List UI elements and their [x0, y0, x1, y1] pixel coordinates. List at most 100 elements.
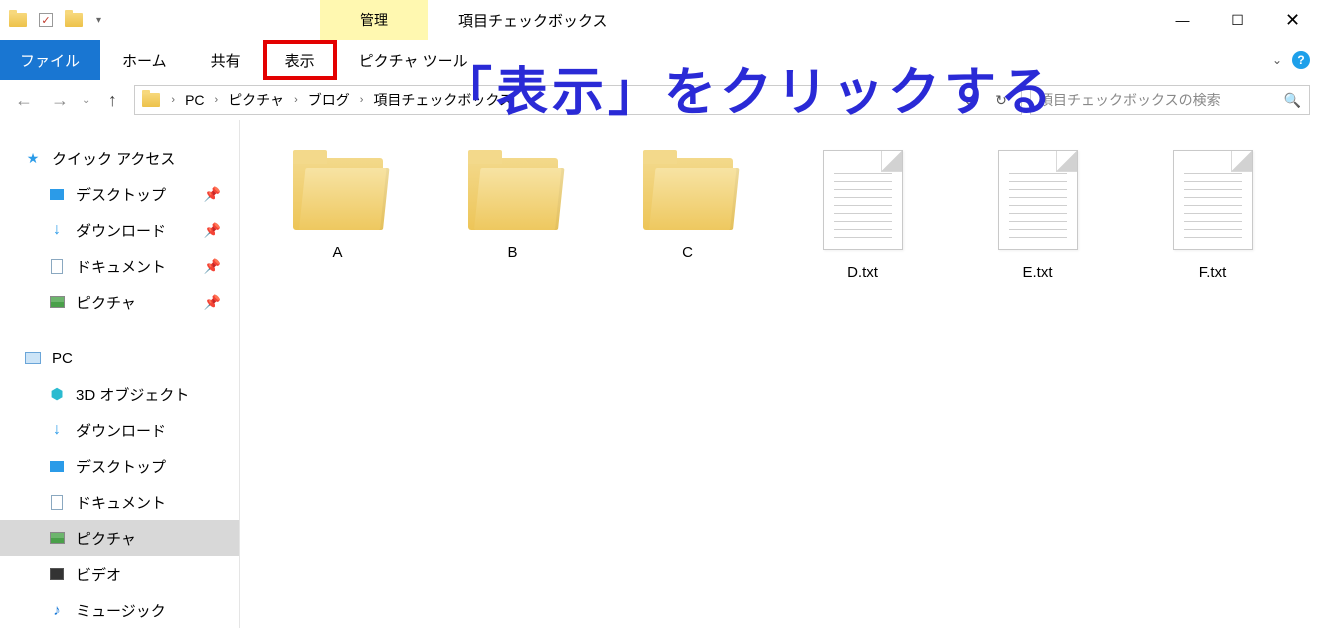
document-icon	[48, 493, 66, 511]
tab-file[interactable]: ファイル	[0, 40, 100, 80]
download-icon: ↓	[48, 421, 66, 439]
item-label: D.txt	[847, 264, 878, 281]
breadcrumb-sep: ›	[288, 94, 304, 106]
text-file-icon	[823, 150, 903, 250]
sidebar-label: PC	[52, 350, 73, 367]
address-bar[interactable]: › PC › ピクチャ › ブログ › 項目チェックボックス ⌄ ↻	[134, 85, 1022, 115]
title-context: 管理 項目チェックボックス	[320, 0, 608, 40]
pc-icon	[24, 349, 42, 367]
breadcrumb-sep: ›	[165, 94, 181, 106]
title-bar: ✓ ▾ 管理 項目チェックボックス — ☐ ✕	[0, 0, 1320, 40]
sidebar-label: ビデオ	[76, 564, 121, 585]
sidebar-label: デスクトップ	[76, 184, 166, 205]
item-label: E.txt	[1022, 264, 1052, 281]
file-view: A B C D.txt E.txt F.txt	[240, 120, 1320, 628]
sidebar-desktop[interactable]: デスクトップ 📌	[0, 176, 239, 212]
document-icon	[48, 257, 66, 275]
sidebar-documents[interactable]: ドキュメント 📌	[0, 248, 239, 284]
sidebar-pc[interactable]: PC	[0, 340, 239, 376]
nav-bar: ← → ⌄ ↑ › PC › ピクチャ › ブログ › 項目チェックボックス ⌄…	[0, 80, 1320, 120]
address-folder-icon	[141, 90, 161, 110]
tab-share[interactable]: 共有	[189, 40, 263, 80]
sidebar-downloads-2[interactable]: ↓ ダウンロード	[0, 412, 239, 448]
folder-qat-icon[interactable]	[64, 10, 84, 30]
folder-item[interactable]: B	[435, 150, 590, 261]
sidebar-label: デスクトップ	[76, 456, 166, 477]
context-tab-manage[interactable]: 管理	[320, 0, 428, 40]
pictures-icon	[48, 293, 66, 311]
breadcrumb-seg-1[interactable]: ピクチャ	[228, 90, 284, 110]
folder-item[interactable]: C	[610, 150, 765, 261]
file-item[interactable]: D.txt	[785, 150, 940, 281]
folder-icon	[643, 150, 733, 230]
explorer-body: ★ クイック アクセス デスクトップ 📌 ↓ ダウンロード 📌 ドキュメント 📌…	[0, 120, 1320, 628]
breadcrumb-sep: ›	[354, 94, 370, 106]
sidebar-music[interactable]: ♪ ミュージック	[0, 592, 239, 628]
checkbox-qat-icon[interactable]: ✓	[36, 10, 56, 30]
item-label: C	[682, 244, 693, 261]
sidebar-label: ダウンロード	[76, 220, 166, 241]
item-label: F.txt	[1199, 264, 1227, 281]
desktop-icon	[48, 185, 66, 203]
text-file-icon	[998, 150, 1078, 250]
download-icon: ↓	[48, 221, 66, 239]
breadcrumb-seg-2[interactable]: ブログ	[308, 90, 350, 110]
breadcrumb-sep: ›	[209, 94, 225, 106]
sidebar-desktop-2[interactable]: デスクトップ	[0, 448, 239, 484]
search-input[interactable]: 項目チェックボックスの検索 🔍	[1030, 85, 1310, 115]
sidebar-3d-objects[interactable]: ⬢ 3D オブジェクト	[0, 376, 239, 412]
qat-dropdown[interactable]: ▾	[96, 15, 101, 26]
navigation-pane: ★ クイック アクセス デスクトップ 📌 ↓ ダウンロード 📌 ドキュメント 📌…	[0, 120, 240, 628]
pin-icon: 📌	[204, 258, 221, 275]
refresh-button[interactable]: ↻	[987, 86, 1015, 114]
desktop-icon	[48, 457, 66, 475]
window-title: 項目チェックボックス	[458, 10, 608, 31]
nav-up-button[interactable]: ↑	[98, 86, 126, 114]
sidebar-label: ドキュメント	[76, 256, 166, 277]
ribbon-collapse-icon[interactable]: ⌄	[1272, 53, 1282, 67]
sidebar-quick-access[interactable]: ★ クイック アクセス	[0, 140, 239, 176]
ribbon-tabs: ファイル ホーム 共有 表示 ピクチャ ツール ⌄ ?	[0, 40, 1320, 80]
search-placeholder: 項目チェックボックスの検索	[1039, 90, 1221, 110]
close-button[interactable]: ✕	[1265, 0, 1320, 40]
sidebar-downloads[interactable]: ↓ ダウンロード 📌	[0, 212, 239, 248]
pin-icon: 📌	[204, 294, 221, 311]
help-icon[interactable]: ?	[1292, 51, 1310, 69]
item-label: B	[507, 244, 517, 261]
video-icon	[48, 565, 66, 583]
file-item[interactable]: E.txt	[960, 150, 1115, 281]
search-icon: 🔍	[1284, 92, 1301, 109]
explorer-icon	[8, 10, 28, 30]
nav-recent-dropdown[interactable]: ⌄	[82, 95, 90, 106]
sidebar-label: 3D オブジェクト	[76, 384, 189, 405]
minimize-button[interactable]: —	[1155, 0, 1210, 40]
music-icon: ♪	[48, 601, 66, 619]
sidebar-documents-2[interactable]: ドキュメント	[0, 484, 239, 520]
sidebar-pictures[interactable]: ピクチャ 📌	[0, 284, 239, 320]
breadcrumb-seg-3[interactable]: 項目チェックボックス	[373, 90, 513, 110]
sidebar-label: ミュージック	[76, 600, 166, 621]
folder-icon	[468, 150, 558, 230]
file-item[interactable]: F.txt	[1135, 150, 1290, 281]
quick-access-toolbar: ✓ ▾	[0, 10, 101, 30]
nav-back-button[interactable]: ←	[10, 86, 38, 114]
breadcrumb-seg-0[interactable]: PC	[185, 92, 204, 108]
tab-home[interactable]: ホーム	[100, 40, 189, 80]
pin-icon: 📌	[204, 186, 221, 203]
tab-picture-tools[interactable]: ピクチャ ツール	[337, 40, 490, 80]
pictures-icon	[48, 529, 66, 547]
folder-item[interactable]: A	[260, 150, 415, 261]
sidebar-videos[interactable]: ビデオ	[0, 556, 239, 592]
tab-view[interactable]: 表示	[263, 40, 337, 80]
maximize-button[interactable]: ☐	[1210, 0, 1265, 40]
item-label: A	[332, 244, 342, 261]
cube-icon: ⬢	[48, 385, 66, 403]
sidebar-label: ピクチャ	[76, 292, 136, 313]
nav-forward-button[interactable]: →	[46, 86, 74, 114]
address-dropdown-button[interactable]: ⌄	[955, 86, 983, 114]
sidebar-label: ドキュメント	[76, 492, 166, 513]
star-icon: ★	[24, 149, 42, 167]
sidebar-pictures-2[interactable]: ピクチャ	[0, 520, 239, 556]
folder-icon	[293, 150, 383, 230]
text-file-icon	[1173, 150, 1253, 250]
